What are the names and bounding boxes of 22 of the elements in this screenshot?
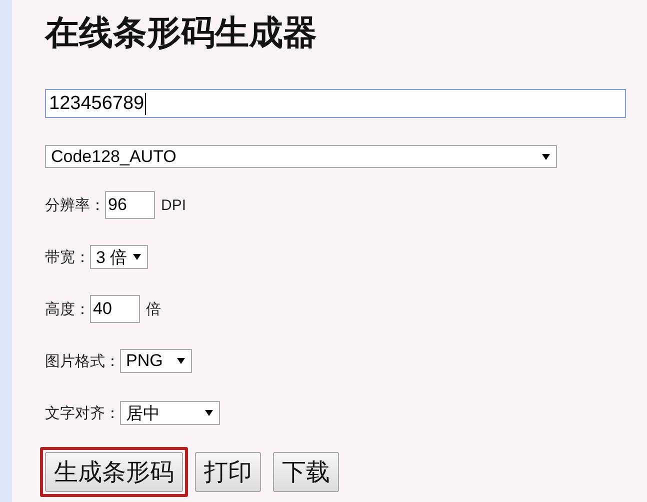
action-button[interactable]: 生成条形码 — [45, 452, 183, 492]
dropdown-arrow-icon — [542, 154, 550, 160]
option-input-field[interactable]: 96 — [105, 191, 155, 219]
option-label: 带宽： — [45, 248, 90, 266]
action-button[interactable]: 下载 — [273, 452, 339, 492]
option-input-field[interactable]: 40 — [90, 295, 140, 323]
barcode-text-field[interactable]: 123456789 — [45, 89, 626, 118]
option-label: 分辨率： — [45, 196, 105, 214]
option-label: 高度： — [45, 300, 90, 318]
unit-label: DPI — [161, 196, 186, 214]
dropdown-arrow-icon — [205, 410, 213, 416]
page-title: 在线条形码生成器 — [45, 13, 318, 54]
barcode-type-select[interactable]: Code128_AUTO — [45, 145, 557, 168]
unit-label: 倍 — [146, 300, 161, 318]
option-select[interactable]: PNG — [120, 349, 192, 373]
option-label: 文字对齐： — [45, 404, 120, 422]
option-select[interactable]: 3 倍 — [90, 245, 148, 269]
action-button[interactable]: 打印 — [195, 452, 261, 492]
option-label: 图片格式： — [45, 352, 120, 370]
dropdown-arrow-icon — [177, 358, 185, 364]
option-select[interactable]: 居中 — [120, 401, 220, 425]
dropdown-arrow-icon — [133, 254, 141, 260]
